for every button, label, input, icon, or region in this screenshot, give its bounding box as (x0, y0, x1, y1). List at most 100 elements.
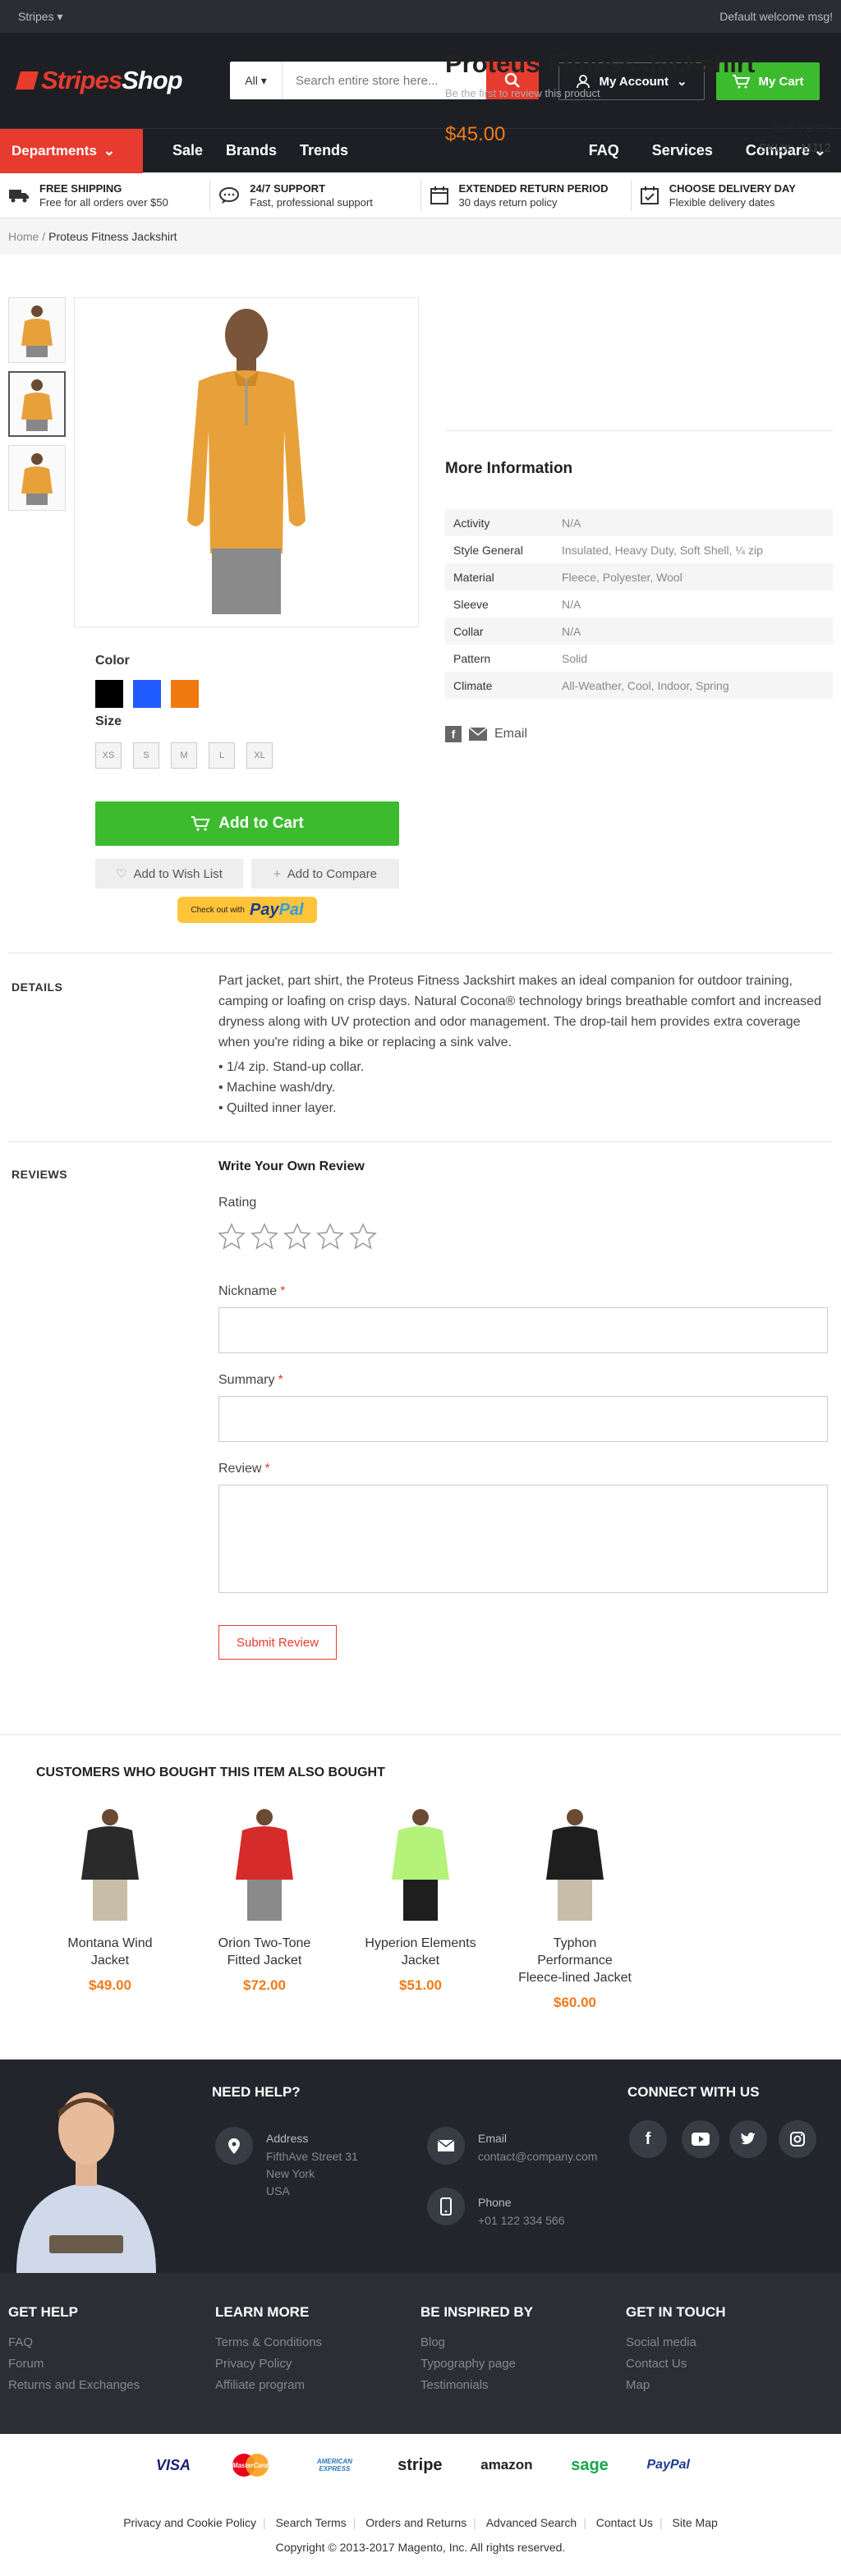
size-l[interactable]: L (209, 742, 235, 769)
size-m[interactable]: M (171, 742, 197, 769)
submit-review-button[interactable]: Submit Review (218, 1625, 337, 1660)
calendar-icon (430, 186, 448, 204)
star-icon[interactable] (348, 1222, 378, 1251)
spec-row: Sleeve N/A (453, 597, 581, 611)
star-icon[interactable] (315, 1222, 345, 1251)
spec-row: Style General Insulated, Heavy Duty, Soft… (453, 543, 763, 557)
related-product[interactable]: Typhon Performance Fleece-lined Jacket $… (517, 1803, 632, 2011)
size-s[interactable]: S (133, 742, 159, 769)
star-icon[interactable] (250, 1222, 279, 1251)
feature-return-period: EXTENDED RETURN PERIOD 30 days return pol… (421, 179, 632, 211)
need-help-title: NEED HELP? (212, 2084, 301, 2100)
footer-link[interactable]: FAQ (8, 2335, 140, 2349)
plus-icon: + (273, 866, 281, 881)
footer-link[interactable]: Forum (8, 2357, 140, 2371)
amazon-logo: amazon (480, 2457, 533, 2473)
reviews-title: REVIEWS (11, 1168, 68, 1181)
footer-link[interactable]: Contact Us (626, 2357, 726, 2371)
nav-services[interactable]: Services (652, 142, 713, 159)
product-sku: SKU#: MJ12 (758, 141, 831, 155)
thumbnail-3[interactable] (8, 445, 66, 511)
footer-link[interactable]: Blog (420, 2335, 533, 2349)
product-main-image[interactable] (74, 297, 419, 627)
spec-row: Pattern Solid (453, 651, 588, 665)
color-label: Color (95, 654, 130, 668)
add-to-cart-button[interactable]: Add to Cart (95, 801, 399, 846)
product-thumbnail-image (21, 379, 53, 431)
swatch-black[interactable] (95, 680, 123, 708)
search-category-select[interactable]: All ▾ (230, 62, 283, 99)
store-switcher[interactable]: Stripes ▾ (18, 10, 63, 24)
address-value: FifthAve Street 31 New York USA (266, 2150, 358, 2197)
nav-brands[interactable]: Brands (226, 142, 277, 159)
size-xl[interactable]: XL (246, 742, 273, 769)
footer-link[interactable]: Terms & Conditions (215, 2335, 322, 2349)
breadcrumb-current: Proteus Fitness Jackshirt (48, 230, 177, 243)
youtube-icon[interactable] (682, 2120, 719, 2158)
logo[interactable]: StripesShop (16, 66, 212, 95)
footer-col-be-inspired: BE INSPIRED BY Blog Typography page Test… (420, 2304, 533, 2392)
summary-input[interactable] (218, 1396, 828, 1442)
footer-link[interactable]: Privacy Policy (215, 2357, 322, 2371)
related-title: CUSTOMERS WHO BOUGHT THIS ITEM ALSO BOUG… (36, 1766, 385, 1779)
product-photo (392, 1808, 449, 1921)
email-icon[interactable] (468, 727, 488, 742)
twitter-icon[interactable] (729, 2120, 767, 2158)
heart-icon: ♡ (116, 867, 127, 881)
bottom-links: Privacy and Cookie Policy | Search Terms |… (123, 2516, 718, 2529)
size-xs[interactable]: XS (95, 742, 122, 769)
nav-sale[interactable]: Sale (172, 142, 203, 159)
nickname-label: Nickname * (218, 1284, 286, 1298)
contact-us-link[interactable]: Contact Us (596, 2516, 653, 2529)
thumbnail-1[interactable] (8, 297, 66, 363)
swatch-blue[interactable] (133, 680, 161, 708)
header: StripesShop All ▾ My Account ⌄ My Cart (0, 33, 841, 128)
mastercard-logo: MasterCard (229, 2452, 272, 2478)
nickname-input[interactable] (218, 1307, 828, 1353)
list-item: • 1/4 zip. Stand-up collar. (218, 1060, 365, 1074)
orders-returns-link[interactable]: Orders and Returns (365, 2516, 466, 2529)
main-nav: Departments ⌄ Sale Brands Trends FAQ Serv… (0, 128, 841, 173)
add-to-compare-button[interactable]: + Add to Compare (251, 859, 399, 889)
share-email-link[interactable]: Email (494, 727, 527, 742)
departments-menu[interactable]: Departments ⌄ (0, 128, 143, 173)
add-to-wishlist-button[interactable]: ♡ Add to Wish List (95, 859, 243, 889)
related-product[interactable]: Orion Two-Tone Fitted Jacket $72.00 (207, 1803, 322, 1994)
facebook-icon[interactable]: f (445, 726, 462, 742)
spec-row: Climate All-Weather, Cool, Indoor, Spring (445, 672, 833, 699)
truck-icon (9, 189, 29, 202)
footer-link[interactable]: Typography page (420, 2357, 533, 2371)
payment-methods: VISA MasterCard AMERICAN EXPRESS stripe … (156, 2452, 690, 2478)
facebook-icon[interactable]: f (629, 2120, 667, 2158)
related-product[interactable]: Hyperion Elements Jacket $51.00 (363, 1803, 478, 1994)
nav-faq[interactable]: FAQ (589, 142, 619, 159)
first-review-link[interactable]: Be the first to review this product (445, 87, 600, 99)
nav-trends[interactable]: Trends (300, 142, 348, 159)
footer-link[interactable]: Map (626, 2378, 726, 2392)
star-icon[interactable] (217, 1222, 246, 1251)
advanced-search-link[interactable]: Advanced Search (486, 2516, 577, 2529)
paypal-checkout-button[interactable]: Check out with PayPal (177, 897, 317, 923)
sage-logo: sage (571, 2455, 609, 2474)
instagram-icon[interactable] (779, 2120, 816, 2158)
stock-status: IN STOCK (772, 122, 831, 135)
related-product[interactable]: Montana Wind Jacket $49.00 (53, 1803, 168, 1994)
phone-value: +01 122 334 566 (478, 2214, 565, 2227)
privacy-link[interactable]: Privacy and Cookie Policy (123, 2516, 256, 2529)
review-textarea[interactable] (218, 1485, 828, 1593)
footer-link[interactable]: Social media (626, 2335, 726, 2349)
copyright: Copyright © 2013-2017 Magento, Inc. All … (275, 2541, 566, 2554)
swatch-orange[interactable] (171, 680, 199, 708)
site-map-link[interactable]: Site Map (673, 2516, 718, 2529)
footer-link[interactable]: Returns and Exchanges (8, 2378, 140, 2392)
more-info-title: More Information (445, 460, 573, 477)
star-icon[interactable] (283, 1222, 312, 1251)
email-value[interactable]: contact@company.com (478, 2148, 597, 2165)
footer-link[interactable]: Affiliate program (215, 2378, 322, 2392)
breadcrumb-home[interactable]: Home (8, 230, 39, 243)
footer-link[interactable]: Testimonials (420, 2378, 533, 2392)
review-label: Review * (218, 1462, 270, 1476)
search-terms-link[interactable]: Search Terms (276, 2516, 347, 2529)
divider (0, 1734, 841, 1735)
thumbnail-2[interactable] (8, 371, 66, 437)
